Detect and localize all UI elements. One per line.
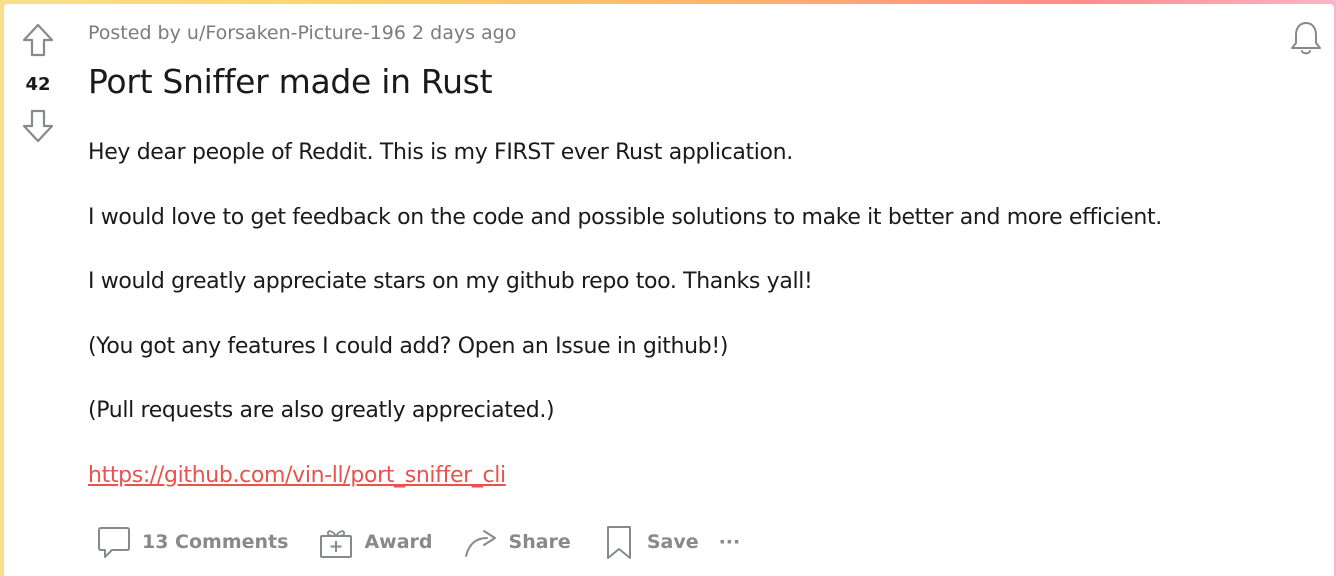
share-button[interactable]: Share — [455, 520, 579, 564]
more-options-button[interactable]: ··· — [713, 520, 747, 564]
post-meta: Posted by u/Forsaken-Picture-196 2 days … — [88, 22, 516, 44]
share-label: Share — [508, 531, 571, 553]
downvote-button[interactable] — [21, 108, 55, 144]
posted-by-label: Posted by — [88, 22, 181, 44]
award-button[interactable]: Award — [310, 520, 440, 564]
comments-button[interactable]: 13 Comments — [88, 520, 296, 564]
author-link[interactable]: u/Forsaken-Picture-196 — [187, 22, 406, 44]
gift-icon — [318, 522, 354, 562]
bookmark-icon — [601, 522, 637, 562]
post-action-bar: 13 Comments Award Share Save ··· — [88, 520, 746, 564]
save-label: Save — [646, 531, 699, 553]
body-paragraph: Hey dear people of Reddit. This is my FI… — [88, 140, 793, 165]
post-time: 2 days ago — [412, 22, 517, 44]
body-link-paragraph: https://github.com/vin-ll/port_sniffer_c… — [88, 461, 1318, 526]
post-title[interactable]: Port Sniffer made in Rust — [88, 62, 493, 101]
upvote-button[interactable] — [21, 22, 55, 58]
award-label: Award — [364, 531, 433, 553]
body-paragraph: I would greatly appreciate stars on my g… — [88, 269, 813, 294]
bell-icon — [1291, 22, 1321, 55]
post-card: 42 Posted by u/Forsaken-Picture-196 2 da… — [4, 4, 1334, 576]
body-paragraph: I would love to get feedback on the code… — [88, 204, 1162, 230]
body-paragraph: (You got any features I could add? Open … — [88, 333, 729, 359]
notification-bell-button[interactable] — [1286, 18, 1326, 58]
save-button[interactable]: Save — [593, 520, 707, 564]
comment-bubble-icon — [96, 522, 132, 562]
vote-score: 42 — [25, 74, 51, 95]
github-repo-link[interactable]: https://github.com/vin-ll/port_sniffer_c… — [88, 463, 506, 488]
comments-label: 13 Comments — [142, 531, 289, 553]
post-body: Hey dear people of Reddit. This is my FI… — [88, 138, 1318, 525]
vote-column: 42 — [4, 4, 72, 576]
downvote-arrow-icon — [22, 109, 54, 143]
upvote-arrow-icon — [22, 23, 54, 57]
body-paragraph: (Pull requests are also greatly apprecia… — [88, 398, 555, 423]
share-arrow-icon — [463, 522, 499, 562]
